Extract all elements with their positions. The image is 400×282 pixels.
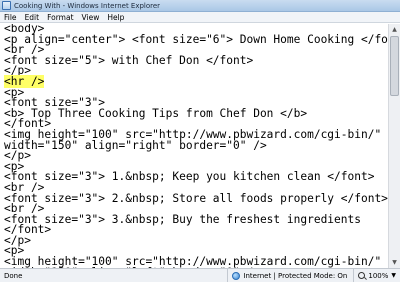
menu-format[interactable]: Format — [43, 12, 77, 23]
code-line: <b> Top Three Cooking Tips from Chef Don… — [0, 108, 388, 120]
code-line: width="150" align="right" border="0" /> — [0, 138, 388, 152]
chevron-down-icon: ▼ — [391, 272, 396, 279]
code-line: <hr /> — [0, 74, 388, 88]
code-line: <font size="3"> 1.&nbsp; Keep you kitche… — [0, 170, 388, 184]
code-editor[interactable]: <body> <p align="center"> <font size="6">… — [0, 24, 388, 268]
vertical-scrollbar[interactable]: ▲ ▼ — [388, 24, 400, 268]
zone-text: Internet | Protected Mode: On — [243, 271, 348, 280]
code-text: <font size="5"> with Chef Don </font> — [4, 53, 254, 67]
code-line: <font size="3"> 3.&nbsp; Buy the freshes… — [0, 212, 388, 226]
status-bar: Done Internet | Protected Mode: On 100% … — [0, 268, 400, 282]
code-text: <font size="3"> 2.&nbsp; Store all foods… — [4, 191, 388, 205]
menu-file[interactable]: File — [0, 12, 21, 23]
title-bar: Cooking With - Windows Internet Explorer — [0, 0, 400, 12]
code-text: width="150" align="right" border="0" /> — [4, 138, 267, 152]
status-text: Done — [4, 271, 23, 280]
code-line: </font> — [0, 224, 388, 236]
code-line: <p align="center"> <font size="6"> Down … — [0, 32, 388, 46]
scroll-down-icon[interactable]: ▼ — [389, 257, 400, 268]
code-line: </p> — [0, 235, 388, 247]
scroll-up-icon[interactable]: ▲ — [389, 24, 400, 35]
security-zone[interactable]: Internet | Protected Mode: On — [227, 268, 353, 282]
code-text: <p align="center"> <font size="6"> Down … — [4, 32, 388, 46]
code-line: <font size="3"> 2.&nbsp; Store all foods… — [0, 191, 388, 205]
menu-view[interactable]: View — [78, 12, 104, 23]
code-line: </p> — [0, 150, 388, 162]
code-line: <font size="5"> with Chef Don </font> — [0, 53, 388, 67]
code-text: <font size="3"> 1.&nbsp; Keep you kitche… — [4, 170, 375, 184]
window-title: Cooking With - Windows Internet Explorer — [14, 1, 161, 10]
zoom-control[interactable]: 100% ▼ — [353, 268, 400, 282]
menu-bar: File Edit Format View Help — [0, 12, 400, 23]
ie-icon — [2, 1, 11, 10]
menu-help[interactable]: Help — [103, 12, 128, 23]
menu-edit[interactable]: Edit — [21, 12, 44, 23]
zoom-level: 100% — [368, 271, 389, 280]
globe-icon — [232, 271, 241, 280]
scrollbar-thumb[interactable] — [390, 36, 399, 96]
code-line: </p> — [0, 65, 388, 77]
code-text: <font size="3"> 3.&nbsp; Buy the freshes… — [4, 212, 361, 226]
zoom-icon — [358, 272, 366, 279]
